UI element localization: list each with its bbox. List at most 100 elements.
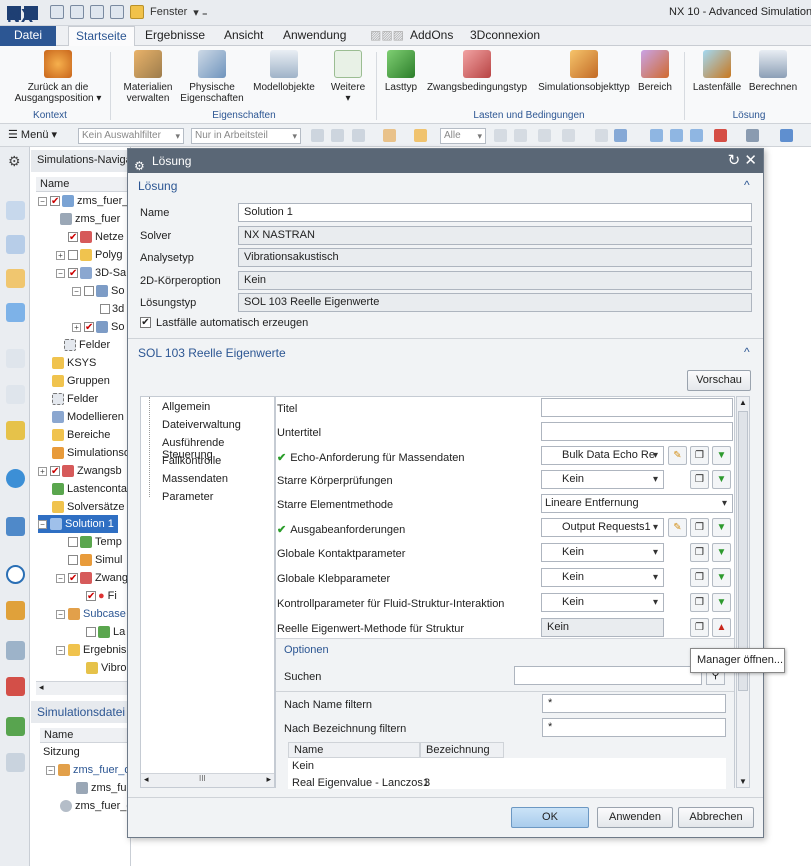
- copy-icon[interactable]: ❐: [690, 518, 709, 537]
- tree-item[interactable]: Gruppen: [52, 372, 110, 390]
- scroll-up-icon[interactable]: ▲: [739, 398, 747, 407]
- collapse-icon[interactable]: ^: [744, 178, 750, 192]
- filter-icon[interactable]: [514, 129, 527, 142]
- eigenvalue-method-field[interactable]: Kein: [541, 618, 664, 637]
- clock-icon[interactable]: [6, 565, 25, 584]
- point-icon[interactable]: [414, 129, 427, 142]
- document-icon[interactable]: [90, 5, 104, 19]
- tree-fallkontrolle[interactable]: Fallkontrolle: [162, 455, 221, 467]
- collapse-icon[interactable]: ^: [744, 345, 750, 359]
- manager-icon[interactable]: ❐: [690, 618, 709, 637]
- window-icon[interactable]: [130, 5, 144, 19]
- fem-icon[interactable]: [6, 349, 25, 368]
- navigator-hscroll[interactable]: ◂: [36, 681, 131, 695]
- display-icon[interactable]: [650, 129, 663, 142]
- tree-item[interactable]: Lastencontai: [52, 480, 129, 498]
- tree-item[interactable]: +So: [72, 318, 124, 337]
- wrench-icon[interactable]: ✎: [668, 446, 687, 465]
- collapse-up-icon[interactable]: ▲: [712, 618, 731, 637]
- expand-down-icon[interactable]: ▼: [712, 593, 731, 612]
- tab-ergebnisse[interactable]: Ergebnisse: [145, 26, 205, 46]
- filter-icon[interactable]: [494, 129, 507, 142]
- orient-icon[interactable]: [780, 129, 793, 142]
- tool-icon[interactable]: [110, 5, 124, 19]
- ok-button[interactable]: OK: [511, 807, 589, 828]
- web-icon[interactable]: [6, 469, 25, 488]
- more-button[interactable]: Weitere ▾: [326, 50, 370, 104]
- section-sol103[interactable]: SOL 103 Reelle Eigenwerte: [138, 346, 286, 360]
- tab-anwendung[interactable]: Anwendung: [283, 26, 346, 46]
- snap-icon[interactable]: [331, 129, 344, 142]
- solve-button[interactable]: Berechnen: [746, 50, 800, 93]
- undo-icon[interactable]: [70, 5, 84, 19]
- constraint-type-button[interactable]: Zwangsbedingungstyp: [422, 50, 532, 93]
- tree-item[interactable]: Simulationso: [52, 444, 130, 462]
- window-menu[interactable]: Fenster: [150, 6, 187, 18]
- scope-combo[interactable]: Nur in Arbeitsteil: [191, 128, 301, 144]
- tree-item[interactable]: Netze: [68, 228, 124, 247]
- simfile-item[interactable]: zms_fue: [76, 779, 133, 797]
- reset-icon[interactable]: ↻: [728, 152, 741, 169]
- tree-allgemein[interactable]: Allgemein: [162, 401, 210, 413]
- tree-parameter[interactable]: Parameter: [162, 491, 213, 503]
- close-icon[interactable]: ✕: [744, 152, 757, 169]
- wrench-icon[interactable]: ✎: [668, 518, 687, 537]
- table-row-name[interactable]: Real Eigenvalue - Lanczos1: [292, 777, 429, 789]
- bez-filter-input[interactable]: *: [542, 718, 726, 737]
- tree-item[interactable]: Felder: [52, 390, 98, 408]
- auto-loadcases-checkbox[interactable]: ✔: [140, 317, 151, 328]
- tab-startseite[interactable]: Startseite: [68, 26, 135, 46]
- parameter-vscroll[interactable]: ▲ ▼: [736, 396, 750, 788]
- cancel-button[interactable]: Abbrechen: [678, 807, 754, 828]
- scroll-left-icon[interactable]: ◂: [39, 682, 44, 693]
- name-filter-input[interactable]: *: [542, 694, 726, 713]
- rotate-icon[interactable]: [690, 129, 703, 142]
- tree-item[interactable]: 3d: [100, 300, 124, 318]
- snap-icon[interactable]: [311, 129, 324, 142]
- preview-button[interactable]: Vorschau: [687, 370, 751, 391]
- contact-params-dropdown[interactable]: Kein: [541, 543, 664, 562]
- tab-hidden-app[interactable]: ▨▨▨: [370, 26, 408, 46]
- tree-item[interactable]: ●Fi: [86, 587, 117, 606]
- assembly-icon[interactable]: [6, 269, 25, 288]
- roles-icon[interactable]: [6, 517, 25, 536]
- tab-ansicht[interactable]: Ansicht: [224, 26, 263, 46]
- tab-addons[interactable]: AddOns: [410, 26, 453, 46]
- process-icon[interactable]: [6, 601, 25, 620]
- output-requests-dropdown[interactable]: Output Requests1: [541, 518, 664, 537]
- tree-item[interactable]: −3D-Sa: [56, 264, 126, 283]
- tree-item[interactable]: Simul: [68, 551, 123, 569]
- part-navigator-icon[interactable]: [6, 235, 25, 254]
- tree-item[interactable]: KSYS: [52, 354, 96, 372]
- list-icon[interactable]: [6, 753, 25, 772]
- gear-icon[interactable]: ⚙: [134, 154, 145, 178]
- box-select-icon[interactable]: [562, 129, 575, 142]
- expand-down-icon[interactable]: ▼: [712, 470, 731, 489]
- simfile-item[interactable]: Sitzung: [43, 743, 80, 761]
- tree-item[interactable]: − So: [72, 282, 124, 300]
- region-button[interactable]: Bereich: [634, 50, 676, 93]
- tree-dateiverwaltung[interactable]: Dateiverwaltung: [162, 419, 241, 431]
- report-icon[interactable]: [6, 677, 25, 696]
- tree-item[interactable]: −zms_fuer_d: [38, 192, 134, 211]
- model-objects-button[interactable]: Modellobjekte: [246, 50, 322, 93]
- display-icon[interactable]: [670, 129, 683, 142]
- constraint-navigator-icon[interactable]: [6, 303, 25, 322]
- rigid-body-check-dropdown[interactable]: Kein: [541, 470, 664, 489]
- tree-item[interactable]: Modellieren: [52, 408, 124, 426]
- options-title[interactable]: Optionen: [284, 644, 329, 656]
- simfile-column-name[interactable]: Name: [40, 728, 131, 743]
- echo-request-dropdown[interactable]: Bulk Data Echo Re: [541, 446, 664, 465]
- section-loesung[interactable]: Lösung: [138, 179, 177, 193]
- tree-item-solution-1[interactable]: − Solution 1: [38, 515, 118, 533]
- tree-item[interactable]: La: [86, 623, 125, 641]
- cube-icon[interactable]: [614, 129, 627, 142]
- navigator-column-name[interactable]: Name: [36, 177, 131, 192]
- layer-icon[interactable]: [714, 129, 727, 142]
- scroll-down-icon[interactable]: ▼: [739, 777, 747, 786]
- gear-icon[interactable]: ⚙: [8, 153, 21, 170]
- selection-filter-combo[interactable]: Kein Auswahlfilter: [78, 128, 184, 144]
- materials-button[interactable]: Materialien verwalten: [118, 50, 178, 104]
- tree-massendaten[interactable]: Massendaten: [162, 473, 228, 485]
- glue-params-dropdown[interactable]: Kein: [541, 568, 664, 587]
